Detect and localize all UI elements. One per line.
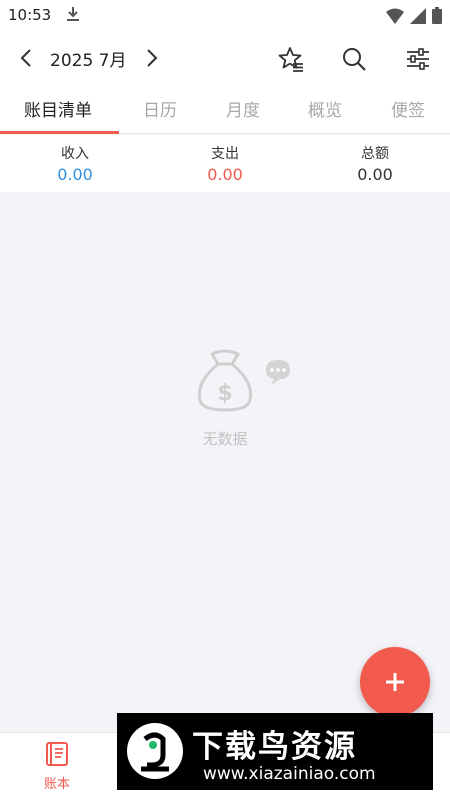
star-list-icon xyxy=(278,47,303,72)
sliders-icon xyxy=(407,48,429,70)
svg-text:$: $ xyxy=(217,381,232,406)
header-toolbar: 2025 7月 xyxy=(0,32,450,86)
income-summary: 收入 0.00 xyxy=(0,143,150,184)
nav-label-ledger: 账本 xyxy=(43,777,70,792)
active-tab-indicator xyxy=(0,131,119,134)
money-bag-icon: $ xyxy=(197,349,290,412)
next-month-button[interactable] xyxy=(138,44,166,72)
watermark-url: www.xiazainiao.com xyxy=(203,764,376,784)
battery-icon xyxy=(432,7,442,28)
previous-month-button[interactable] xyxy=(12,44,40,72)
wifi-icon xyxy=(386,8,404,28)
summary-bar: 收入 0.00 支出 0.00 总额 0.00 xyxy=(0,135,450,192)
chevron-right-icon xyxy=(147,49,158,67)
chevron-left-icon xyxy=(20,49,31,67)
favorites-button[interactable] xyxy=(274,42,308,76)
plus-icon xyxy=(386,673,404,691)
signal-icon xyxy=(410,7,426,28)
tab-ledger-list[interactable]: 账目清单 xyxy=(24,96,92,121)
download-icon xyxy=(66,6,80,26)
search-icon xyxy=(343,48,366,71)
empty-state-text: 无数据 xyxy=(202,430,248,448)
watermark-title: 下载鸟资源 xyxy=(192,729,357,765)
income-label: 收入 xyxy=(61,146,89,162)
ledger-book-icon xyxy=(46,742,68,766)
total-value: 0.00 xyxy=(357,165,393,184)
empty-state: $ 无数据 xyxy=(0,340,450,460)
expense-summary: 支出 0.00 xyxy=(150,143,300,184)
month-label[interactable]: 2025 7月 xyxy=(50,46,126,71)
bird-logo-icon xyxy=(127,723,183,779)
add-entry-button[interactable] xyxy=(360,647,430,717)
filter-button[interactable] xyxy=(401,42,435,76)
tab-bar: 账目清单 日历 月度 概览 便签 xyxy=(0,86,450,134)
search-button[interactable] xyxy=(337,42,371,76)
expense-label: 支出 xyxy=(211,146,239,162)
status-time: 10:53 xyxy=(8,6,52,24)
nav-item-ledger[interactable]: 账本 xyxy=(30,741,84,792)
tab-notes[interactable]: 便签 xyxy=(391,96,425,121)
watermark-banner: 下载鸟资源 www.xiazainiao.com xyxy=(117,713,433,790)
total-label: 总额 xyxy=(361,146,389,162)
income-value: 0.00 xyxy=(57,165,93,184)
expense-value: 0.00 xyxy=(207,165,243,184)
tab-monthly[interactable]: 月度 xyxy=(226,96,260,121)
total-summary: 总额 0.00 xyxy=(300,143,450,184)
tab-overview[interactable]: 概览 xyxy=(308,96,342,121)
tab-calendar[interactable]: 日历 xyxy=(143,96,177,121)
status-bar: 10:53 xyxy=(0,0,450,32)
